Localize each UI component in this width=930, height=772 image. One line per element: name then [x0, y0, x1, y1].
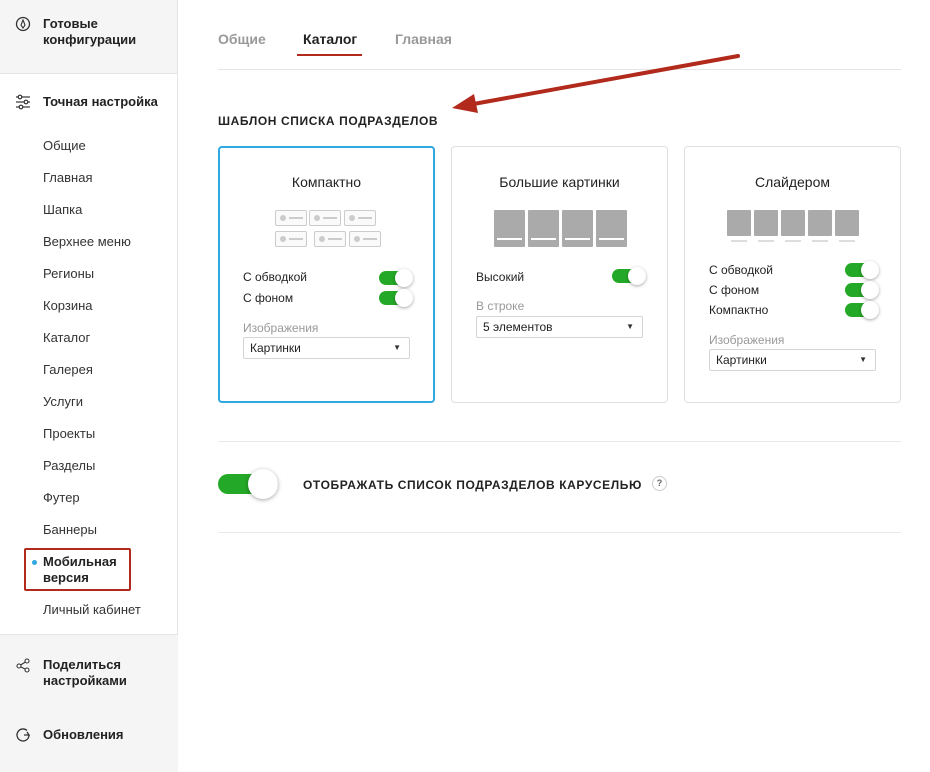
card-title: Слайдером [754, 174, 831, 190]
toggle-background[interactable] [379, 289, 413, 307]
share-icon [15, 657, 31, 673]
carousel-toggle[interactable] [218, 469, 278, 499]
sidebar-item-footer[interactable]: Футер [0, 482, 177, 514]
divider [218, 532, 901, 533]
option-label: С фоном [243, 291, 294, 305]
sidebar-item-sections[interactable]: Разделы [0, 450, 177, 482]
sidebar-item-banners[interactable]: Баннеры [0, 514, 177, 546]
active-tab-underline [297, 54, 362, 56]
caret-down-icon: ▼ [859, 355, 867, 364]
help-icon[interactable]: ? [652, 476, 667, 491]
option-label: С обводкой [243, 270, 307, 284]
sidebar-share-label: Поделиться настройками [43, 657, 127, 688]
sidebar-item-catalog[interactable]: Каталог [0, 322, 177, 354]
images-select[interactable]: Картинки ▼ [243, 337, 410, 359]
images-select[interactable]: Картинки ▼ [709, 349, 876, 371]
template-card-compact[interactable]: Компактно С обводкой С фоном Изображения… [218, 146, 435, 403]
sidebar-item-header[interactable]: Шапка [0, 194, 177, 226]
option-label: С обводкой [709, 263, 773, 277]
sidebar: Готовые конфигурации Точная настройка Об… [0, 0, 178, 772]
option-label: С фоном [709, 283, 760, 297]
sidebar-item-mobile[interactable]: Мобильная версия [0, 546, 177, 594]
per-row-label: В строке [476, 299, 525, 313]
toggle-compact[interactable] [845, 301, 879, 319]
sidebar-item-main[interactable]: Главная [0, 162, 177, 194]
caret-down-icon: ▼ [393, 343, 401, 352]
sidebar-item-projects[interactable]: Проекты [0, 418, 177, 450]
sidebar-item-account[interactable]: Личный кабинет [0, 594, 177, 626]
per-row-select-value: 5 элементов [483, 320, 553, 334]
divider [218, 441, 901, 442]
sidebar-item-cart[interactable]: Корзина [0, 290, 177, 322]
sidebar-share[interactable]: Поделиться настройками [0, 635, 178, 689]
caret-down-icon: ▼ [626, 322, 634, 331]
toggle-background[interactable] [845, 281, 879, 299]
toggle-tall[interactable] [612, 267, 646, 285]
toggle-border[interactable] [379, 269, 413, 287]
toggle-border[interactable] [845, 261, 879, 279]
images-select-value: Картинки [716, 353, 767, 367]
images-label: Изображения [243, 321, 319, 335]
sidebar-presets[interactable]: Готовые конфигурации [0, 0, 177, 74]
highlight-box [24, 548, 131, 591]
images-label: Изображения [709, 333, 785, 347]
card-title: Большие картинки [499, 174, 620, 190]
sidebar-nav-list: Общие Главная Шапка Верхнее меню Регионы… [0, 130, 177, 626]
sidebar-item-general[interactable]: Общие [0, 130, 177, 162]
sidebar-item-top-menu[interactable]: Верхнее меню [0, 226, 177, 258]
carousel-label: ОТОБРАЖАТЬ СПИСОК ПОДРАЗДЕЛОВ КАРУСЕЛЬЮ [303, 478, 642, 492]
sidebar-item-regions[interactable]: Регионы [0, 258, 177, 290]
card-title: Компактно [291, 174, 362, 190]
option-label: Высокий [476, 270, 525, 284]
sliders-icon [15, 94, 31, 110]
sidebar-fine-tuning: Точная настройка Общие Главная Шапка Вер… [0, 74, 177, 634]
sidebar-updates[interactable]: Обновления [0, 689, 178, 743]
tab-main[interactable]: Главная [395, 31, 452, 47]
refresh-icon [15, 727, 31, 743]
per-row-select[interactable]: 5 элементов ▼ [476, 316, 643, 338]
compass-icon [15, 16, 31, 32]
tab-bar: Общие Каталог Главная [218, 0, 901, 70]
sidebar-updates-label: Обновления [43, 727, 124, 742]
sidebar-item-gallery[interactable]: Галерея [0, 354, 177, 386]
template-card-slider[interactable]: Слайдером С обводкой С фоном Компактно И… [684, 146, 901, 403]
template-card-big-pictures[interactable]: Большие картинки Высокий В строке 5 элем… [451, 146, 668, 403]
section-title: ШАБЛОН СПИСКА ПОДРАЗДЕЛОВ [218, 114, 439, 128]
option-label: Компактно [709, 303, 769, 317]
sidebar-bottom: Поделиться настройками Обновления [0, 634, 178, 772]
images-select-value: Картинки [250, 341, 301, 355]
sidebar-presets-label: Готовые конфигурации [43, 16, 137, 47]
tab-catalog[interactable]: Каталог [303, 31, 357, 47]
main-content: Общие Каталог Главная ШАБЛОН СПИСКА ПОДР… [218, 0, 901, 533]
tab-general[interactable]: Общие [218, 31, 266, 47]
sidebar-item-services[interactable]: Услуги [0, 386, 177, 418]
